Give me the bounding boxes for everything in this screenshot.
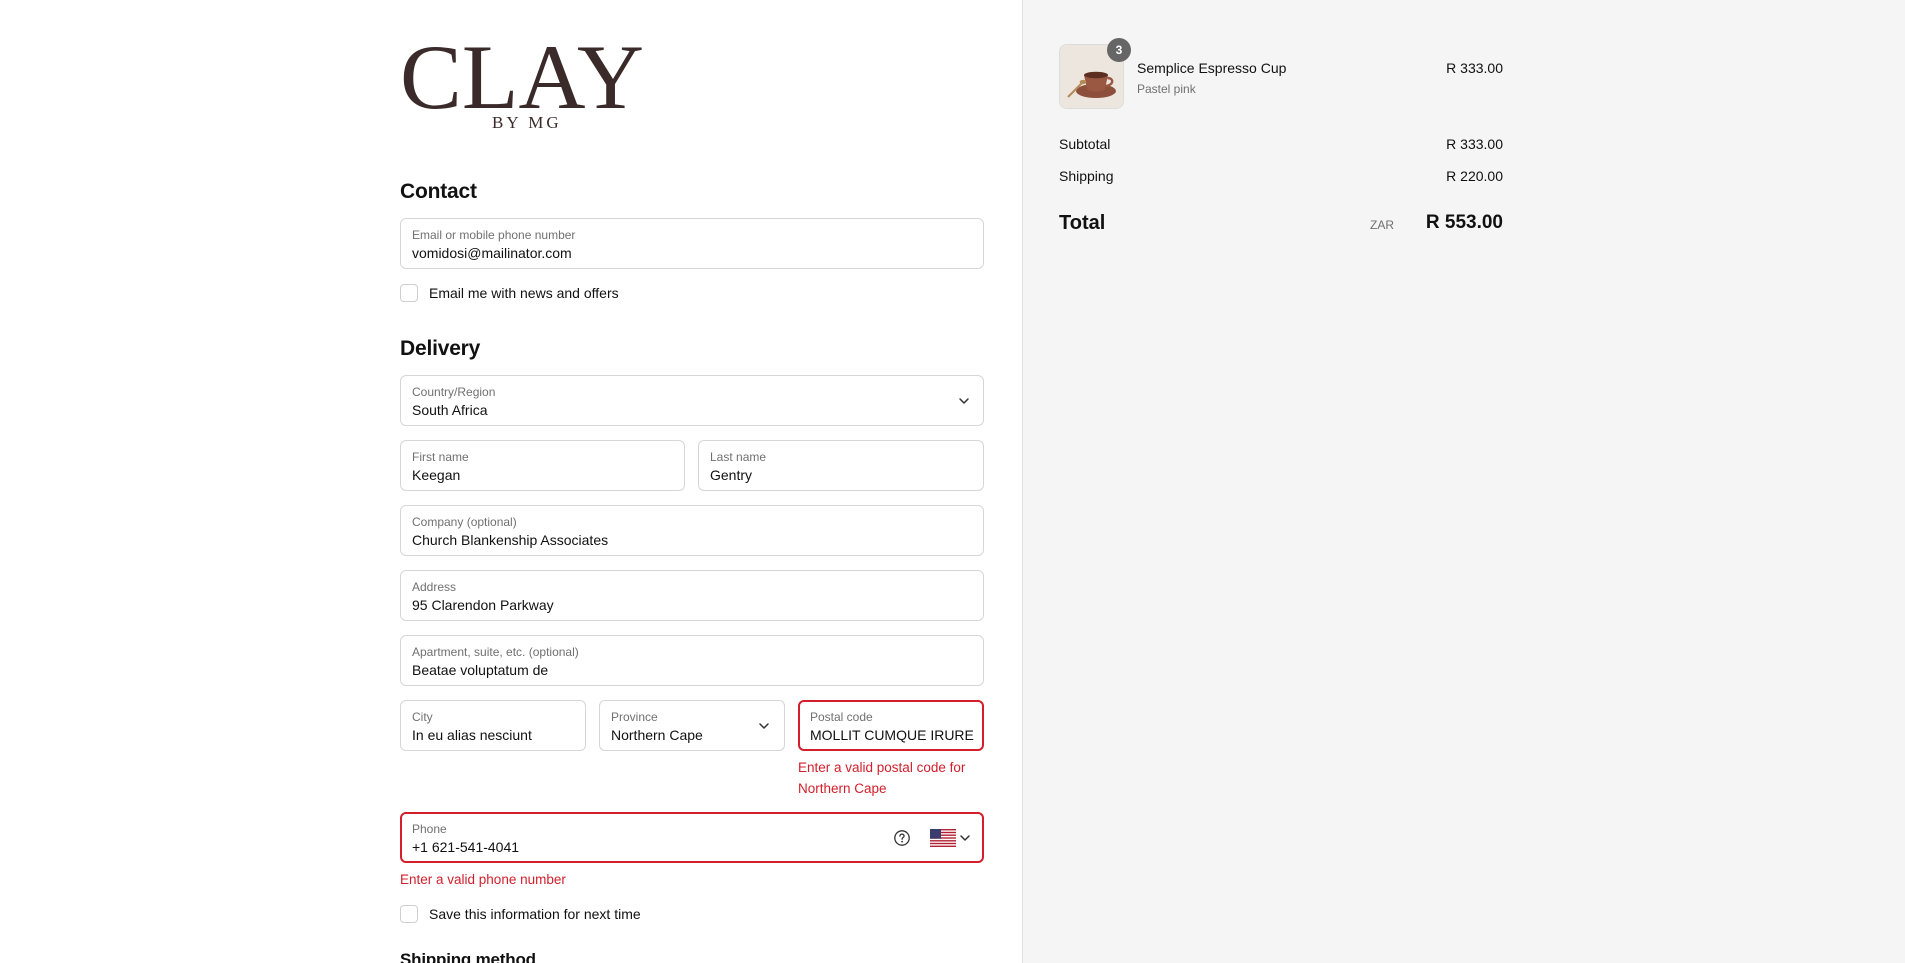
email-field[interactable]: Email or mobile phone number vomidosi@ma… <box>400 218 984 269</box>
shipping-value: R 220.00 <box>1446 168 1503 184</box>
province-select[interactable]: Province Northern Cape <box>599 700 785 751</box>
checkout-form-column: CLAY BY MG Contact Email or mobile phone… <box>0 0 1022 963</box>
apartment-label: Apartment, suite, etc. (optional) <box>412 645 579 659</box>
first-name-label: First name <box>412 450 469 464</box>
subtotal-value: R 333.00 <box>1446 136 1503 152</box>
phone-field[interactable]: Phone +1 621-541-4041 <box>400 812 984 863</box>
subtotal-label: Subtotal <box>1059 136 1111 152</box>
last-name-field[interactable]: Last name Gentry <box>698 440 984 491</box>
help-circle-icon[interactable] <box>893 829 911 847</box>
address-field[interactable]: Address 95 Clarendon Parkway <box>400 570 984 621</box>
company-field[interactable]: Company (optional) Church Blankenship As… <box>400 505 984 556</box>
delivery-heading: Delivery <box>400 337 481 360</box>
city-value[interactable]: In eu alias nesciunt <box>412 727 532 743</box>
product-price: R 333.00 <box>1446 60 1503 76</box>
postal-code-error-line: Northern Cape <box>798 781 887 796</box>
phone-label: Phone <box>412 822 447 836</box>
postal-code-error-line: Enter a valid postal code for <box>798 760 966 775</box>
country-select[interactable]: Country/Region South Africa <box>400 375 984 426</box>
shipping-method-heading: Shipping method <box>400 950 536 963</box>
province-value: Northern Cape <box>611 727 703 743</box>
email-field-value[interactable]: vomidosi@mailinator.com <box>412 245 572 261</box>
address-value[interactable]: 95 Clarendon Parkway <box>412 597 554 613</box>
city-label: City <box>412 710 433 724</box>
postal-code-error: Enter a valid postal code for Northern C… <box>798 757 965 799</box>
quantity-badge: 3 <box>1107 38 1131 62</box>
country-select-label: Country/Region <box>412 385 496 399</box>
phone-error: Enter a valid phone number <box>400 872 566 887</box>
total-label: Total <box>1059 212 1106 234</box>
last-name-value[interactable]: Gentry <box>710 467 752 483</box>
phone-value[interactable]: +1 621-541-4041 <box>412 839 519 855</box>
save-info-label: Save this information for next time <box>429 906 641 922</box>
company-value[interactable]: Church Blankenship Associates <box>412 532 608 548</box>
store-logo[interactable]: CLAY BY MG <box>400 34 644 130</box>
company-label: Company (optional) <box>412 515 517 529</box>
shipping-label: Shipping <box>1059 168 1114 184</box>
province-label: Province <box>611 710 658 724</box>
news-offers-option[interactable]: Email me with news and offers <box>400 284 619 302</box>
city-field[interactable]: City In eu alias nesciunt <box>400 700 586 751</box>
product-variant: Pastel pink <box>1137 82 1196 96</box>
svg-text:BY MG: BY MG <box>492 113 562 130</box>
postal-code-value[interactable]: MOLLIT CUMQUE IRURE <box>810 727 974 743</box>
postal-code-field[interactable]: Postal code MOLLIT CUMQUE IRURE <box>798 700 984 751</box>
save-info-checkbox[interactable] <box>400 905 418 923</box>
postal-code-label: Postal code <box>810 710 873 724</box>
product-name: Semplice Espresso Cup <box>1137 60 1287 76</box>
news-offers-checkbox[interactable] <box>400 284 418 302</box>
news-offers-label: Email me with news and offers <box>429 285 619 301</box>
us-flag-icon[interactable] <box>930 829 956 847</box>
total-currency: ZAR <box>1370 218 1394 232</box>
clay-logo-image: CLAY BY MG <box>400 34 644 130</box>
email-field-label: Email or mobile phone number <box>412 228 576 242</box>
first-name-field[interactable]: First name Keegan <box>400 440 685 491</box>
chevron-down-icon[interactable] <box>958 831 972 845</box>
country-select-value: South Africa <box>412 402 488 418</box>
first-name-value[interactable]: Keegan <box>412 467 460 483</box>
apartment-value[interactable]: Beatae voluptatum de <box>412 662 548 678</box>
save-info-option[interactable]: Save this information for next time <box>400 905 641 923</box>
apartment-field[interactable]: Apartment, suite, etc. (optional) Beatae… <box>400 635 984 686</box>
contact-heading: Contact <box>400 180 477 203</box>
chevron-down-icon <box>957 394 971 408</box>
total-amount: R 553.00 <box>1425 212 1503 233</box>
address-label: Address <box>412 580 457 594</box>
last-name-label: Last name <box>710 450 767 464</box>
chevron-down-icon <box>757 719 771 733</box>
